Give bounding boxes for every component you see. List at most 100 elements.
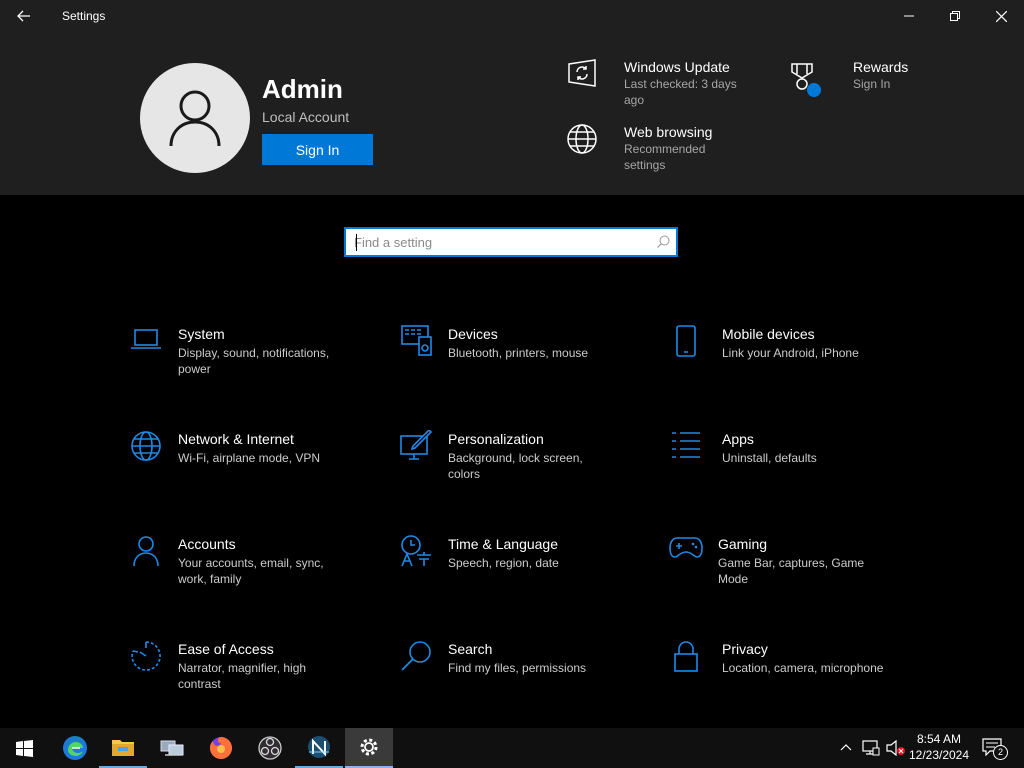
action-center-button[interactable]: 2	[982, 738, 1008, 760]
category-description: Location, camera, microphone	[722, 661, 884, 675]
avatar[interactable]	[140, 63, 250, 173]
category-description: Find my files, permissions	[448, 661, 587, 675]
category-description: Display, sound, notifications, power	[178, 346, 330, 376]
category-gaming[interactable]: Gaming Game Bar, captures, Game Mode	[668, 535, 918, 605]
gamepad-icon	[669, 537, 703, 558]
category-title: Personalization	[448, 431, 544, 447]
category-title: Search	[448, 641, 493, 657]
windows-update-card[interactable]: Windows Update Last checked: 3 days ago	[560, 58, 760, 108]
close-icon	[995, 10, 1007, 22]
clock-date: 12/23/2024	[908, 748, 970, 762]
person-icon	[169, 90, 221, 147]
back-button[interactable]	[0, 0, 48, 32]
category-personalization[interactable]: Personalization Background, lock screen, …	[398, 430, 648, 500]
taskbar-file-explorer[interactable]	[99, 728, 147, 768]
web-browsing-status: Recommended settings	[624, 142, 706, 172]
chevron-up-icon[interactable]	[840, 743, 852, 751]
windows-update-title: Windows Update	[624, 59, 730, 75]
search-input[interactable]	[354, 232, 644, 252]
settings-search-box[interactable]	[344, 227, 678, 257]
restore-button[interactable]	[932, 0, 978, 32]
category-search[interactable]: Search Find my files, permissions	[398, 640, 648, 710]
category-network[interactable]: Network & Internet Wi-Fi, airplane mode, …	[128, 430, 378, 500]
taskbar-firefox[interactable]	[197, 728, 245, 768]
category-privacy[interactable]: Privacy Location, camera, microphone	[668, 640, 918, 710]
category-time-language[interactable]: Time & Language Speech, region, date	[398, 535, 648, 605]
category-description: Speech, region, date	[448, 556, 559, 570]
category-title: Ease of Access	[178, 641, 274, 657]
person-icon	[133, 536, 159, 567]
clock[interactable]: 8:54 AM 12/23/2024	[906, 731, 972, 763]
category-title: Mobile devices	[722, 326, 815, 342]
window-title: Settings	[62, 9, 106, 23]
search-icon[interactable]	[657, 235, 670, 248]
laptop-icon	[131, 329, 161, 349]
ease-of-access-icon	[131, 641, 161, 671]
category-system[interactable]: System Display, sound, notifications, pow…	[128, 325, 378, 395]
phone-icon	[676, 325, 696, 357]
category-title: System	[178, 326, 225, 342]
taskbar-obs[interactable]	[246, 728, 294, 768]
restore-icon	[950, 11, 960, 21]
taskbar-app[interactable]	[295, 728, 343, 768]
category-description: Your accounts, email, sync, work, family	[178, 556, 324, 586]
category-title: Accounts	[178, 536, 236, 552]
edge-icon	[63, 736, 87, 760]
search-icon	[401, 641, 431, 671]
app-icon	[308, 736, 330, 758]
sign-in-button[interactable]: Sign In	[262, 134, 373, 165]
devices-icon	[401, 325, 432, 356]
settings-gear-icon	[360, 738, 378, 756]
taskbar-settings[interactable]	[345, 728, 393, 768]
network-icon[interactable]	[862, 740, 880, 756]
minimize-button[interactable]	[886, 0, 932, 32]
category-title: Apps	[722, 431, 754, 447]
web-browsing-card[interactable]: Web browsing Recommended settings	[560, 123, 760, 173]
rewards-sign-in: Sign In	[853, 77, 891, 91]
firefox-icon	[210, 737, 232, 759]
category-description: Narrator, magnifier, high contrast	[178, 661, 307, 691]
close-button[interactable]	[978, 0, 1024, 32]
taskbar-edge[interactable]	[51, 728, 99, 768]
category-ease-of-access[interactable]: Ease of Access Narrator, magnifier, high …	[128, 640, 378, 710]
rewards-card[interactable]: Rewards Sign In	[782, 58, 942, 98]
windows-update-icon	[568, 59, 596, 87]
category-title: Time & Language	[448, 536, 558, 552]
title-bar: Settings	[0, 0, 1024, 32]
rewards-title: Rewards	[853, 59, 909, 75]
category-description: Uninstall, defaults	[722, 451, 817, 465]
start-icon	[15, 739, 33, 757]
rewards-icon	[791, 63, 821, 97]
category-title: Privacy	[722, 641, 768, 657]
globe-icon	[567, 124, 597, 154]
start-button[interactable]	[0, 728, 48, 768]
notification-badge: 2	[993, 745, 1008, 760]
globe-icon	[131, 431, 161, 461]
account-type: Local Account	[262, 109, 350, 125]
window-controls	[886, 0, 1024, 32]
taskbar-network-app[interactable]	[148, 728, 196, 768]
account-header: Admin Local Account Sign In Windows Upda…	[0, 32, 1024, 195]
category-title: Devices	[448, 326, 498, 342]
taskbar: 8:54 AM 12/23/2024 2	[0, 728, 1024, 768]
category-apps[interactable]: Apps Uninstall, defaults	[668, 430, 918, 500]
category-title: Network & Internet	[178, 431, 294, 447]
apps-list-icon	[672, 432, 700, 458]
category-mobile-devices[interactable]: Mobile devices Link your Android, iPhone	[668, 325, 918, 395]
category-description: Link your Android, iPhone	[722, 346, 859, 360]
network-app-icon	[160, 740, 184, 756]
category-description: Wi-Fi, airplane mode, VPN	[178, 451, 321, 465]
category-devices[interactable]: Devices Bluetooth, printers, mouse	[398, 325, 648, 395]
time-language-icon	[401, 535, 431, 567]
windows-update-status: Last checked: 3 days ago	[624, 77, 737, 107]
text-caret	[356, 234, 357, 251]
category-title: Gaming	[718, 536, 768, 552]
category-accounts[interactable]: Accounts Your accounts, email, sync, work…	[128, 535, 378, 605]
personalization-icon	[400, 430, 433, 460]
category-description: Bluetooth, printers, mouse	[448, 346, 589, 360]
web-browsing-title: Web browsing	[624, 124, 713, 140]
category-description: Game Bar, captures, Game Mode	[718, 556, 865, 586]
minimize-icon	[904, 15, 914, 17]
user-name: Admin	[262, 74, 343, 104]
volume-muted-icon[interactable]	[886, 740, 906, 756]
